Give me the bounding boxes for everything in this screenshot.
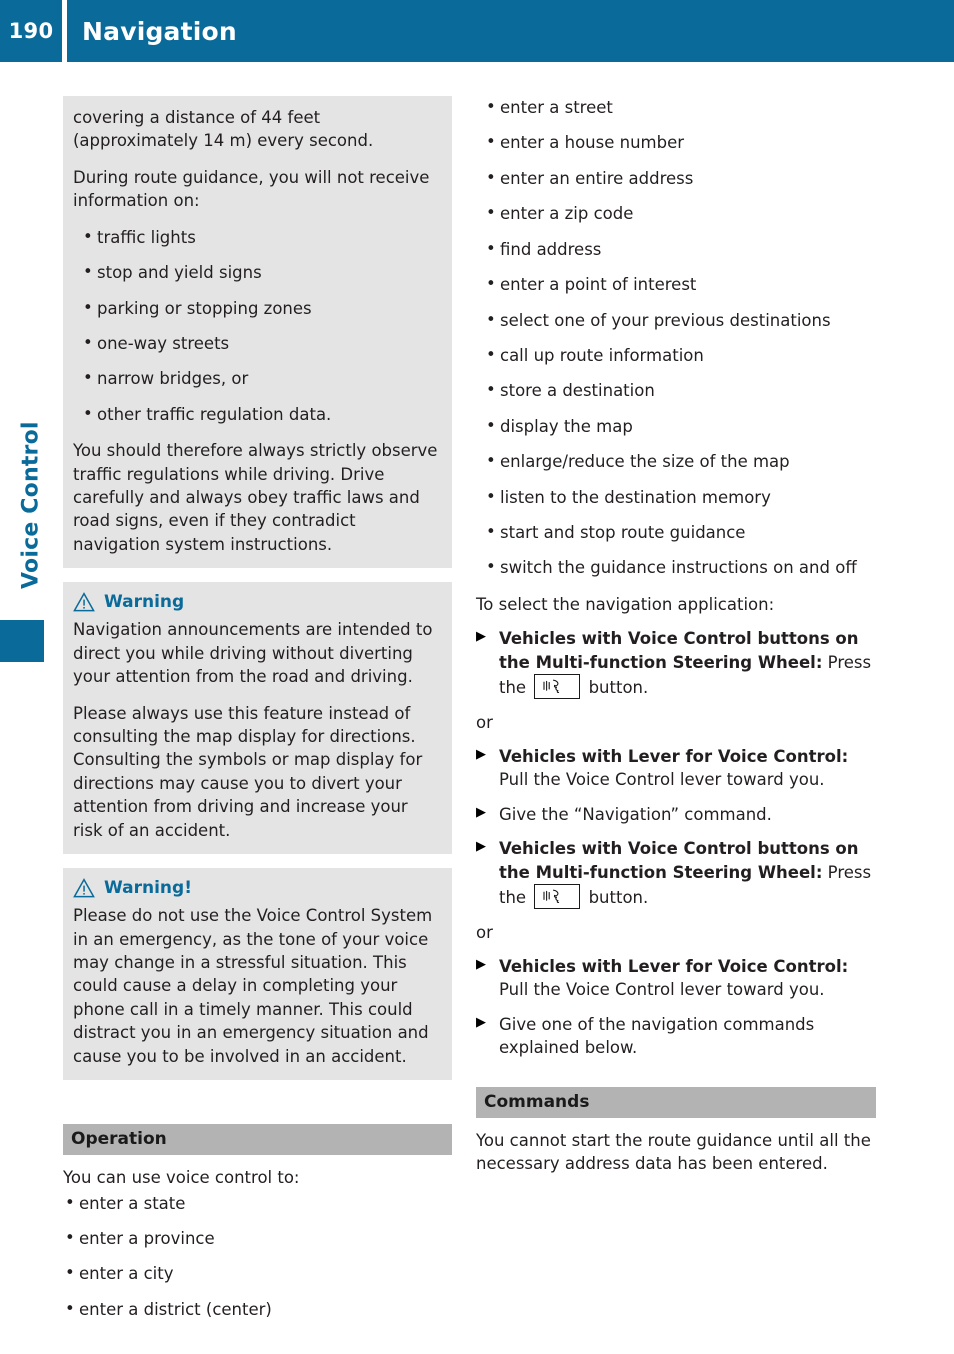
list-item: call up route information: [486, 343, 876, 367]
list-item: store a destination: [486, 378, 876, 402]
list-item: find address: [486, 237, 876, 261]
step-text-after: Pull the Voice Control lever toward you.: [499, 770, 825, 790]
header-divider: [62, 0, 67, 62]
chapter-tab-label: Voice Control: [18, 421, 44, 589]
warning-header: Warning: [73, 592, 442, 612]
voice-control-button-icon[interactable]: [534, 674, 581, 700]
step-text-after: Pull the Voice Control lever toward you.: [499, 980, 825, 1000]
warning-triangle-icon: [73, 592, 95, 612]
warning-title: Warning: [104, 592, 185, 613]
warning-paragraph: Navigation announcements are intended to…: [73, 620, 433, 687]
operation-list: enter a state enter a province enter a c…: [63, 1190, 452, 1322]
list-item: enter a zip code: [486, 201, 876, 225]
list-item: enter a state: [65, 1190, 452, 1215]
list-item: switch the guidance instructions on and …: [486, 555, 876, 579]
list-item: display the map: [486, 414, 876, 438]
list-item: enlarge/reduce the size of the map: [486, 449, 876, 473]
step-bold-label: Vehicles with Lever for Voice Control:: [499, 956, 849, 976]
list-item: enter a province: [65, 1226, 452, 1250]
page-number: 190: [8, 19, 54, 43]
step-item: Vehicles with Lever for Voice Control: P…: [476, 745, 876, 792]
list-item: enter a city: [65, 1261, 452, 1285]
voice-control-button-icon[interactable]: [534, 884, 581, 910]
warning-block: Warning! Please do not use the Voice Con…: [63, 868, 452, 1081]
intro-closing-paragraph: You should therefore always strictly obs…: [73, 441, 438, 554]
list-item: parking or stopping zones: [83, 296, 442, 320]
warning-triangle-icon: [73, 878, 95, 898]
list-item: enter a street: [486, 95, 876, 119]
intro-paragraph: covering a distance of 44 feet (approxim…: [73, 108, 374, 151]
step-item: Vehicles with Voice Control buttons on t…: [476, 837, 876, 910]
list-item: listen to the destination memory: [486, 485, 876, 509]
list-item: traffic lights: [83, 225, 442, 249]
left-column: covering a distance of 44 feet (approxim…: [63, 96, 452, 1321]
step-item: Vehicles with Voice Control buttons on t…: [476, 627, 876, 700]
step-or-separator: or: [476, 922, 493, 942]
list-item: enter a point of interest: [486, 272, 876, 296]
list-item: start and stop route guidance: [486, 520, 876, 544]
warning-title: Warning!: [104, 878, 192, 899]
operation-intro: You can use voice control to:: [63, 1168, 300, 1188]
list-item: select one of your previous destinations: [486, 308, 876, 332]
intro-note-block: covering a distance of 44 feet (approxim…: [63, 96, 452, 569]
voice-capabilities-list: enter a street enter a house number ente…: [476, 95, 876, 580]
step-item: Give the “Navigation” command.: [476, 803, 876, 826]
list-item: stop and yield signs: [83, 260, 442, 284]
list-item: narrow bridges, or: [83, 366, 442, 390]
step-item: Give one of the navigation commands expl…: [476, 1013, 876, 1060]
step-text-after: button.: [583, 678, 649, 698]
list-item: enter a district (center): [65, 1297, 452, 1321]
list-item: enter an entire address: [486, 166, 876, 190]
list-item: enter a house number: [486, 130, 876, 154]
select-nav-intro: To select the navigation application:: [476, 594, 775, 614]
page-title: Navigation: [82, 16, 237, 46]
warning-header: Warning!: [73, 878, 442, 898]
list-item: other traffic regulation data.: [83, 402, 442, 426]
section-heading-commands: Commands: [476, 1086, 876, 1118]
section-heading-operation: Operation: [63, 1124, 452, 1156]
warning-block: Warning Navigation announcements are int…: [63, 582, 452, 855]
step-bold-label: Vehicles with Voice Control buttons on t…: [499, 839, 859, 882]
step-bold-label: Vehicles with Lever for Voice Control:: [499, 747, 849, 767]
step-item: Vehicles with Lever for Voice Control: P…: [476, 955, 876, 1002]
commands-paragraph: You cannot start the route guidance unti…: [476, 1130, 871, 1174]
step-text-after: button.: [583, 888, 649, 908]
right-column: enter a street enter a house number ente…: [476, 95, 876, 1176]
intro-paragraph: During route guidance, you will not rece…: [73, 167, 430, 211]
step-bold-label: Vehicles with Voice Control buttons on t…: [499, 629, 859, 672]
warning-paragraph: Please do not use the Voice Control Syst…: [73, 906, 433, 1066]
page-header: 190 Navigation: [0, 0, 954, 62]
warning-paragraph: Please always use this feature instead o…: [73, 703, 423, 840]
navigation-steps-list: Vehicles with Voice Control buttons on t…: [476, 627, 876, 1059]
list-item: one-way streets: [83, 331, 442, 355]
chapter-tab-marker: [0, 620, 44, 662]
step-or-separator: or: [476, 712, 493, 732]
no-information-list: traffic lights stop and yield signs park…: [73, 225, 442, 427]
